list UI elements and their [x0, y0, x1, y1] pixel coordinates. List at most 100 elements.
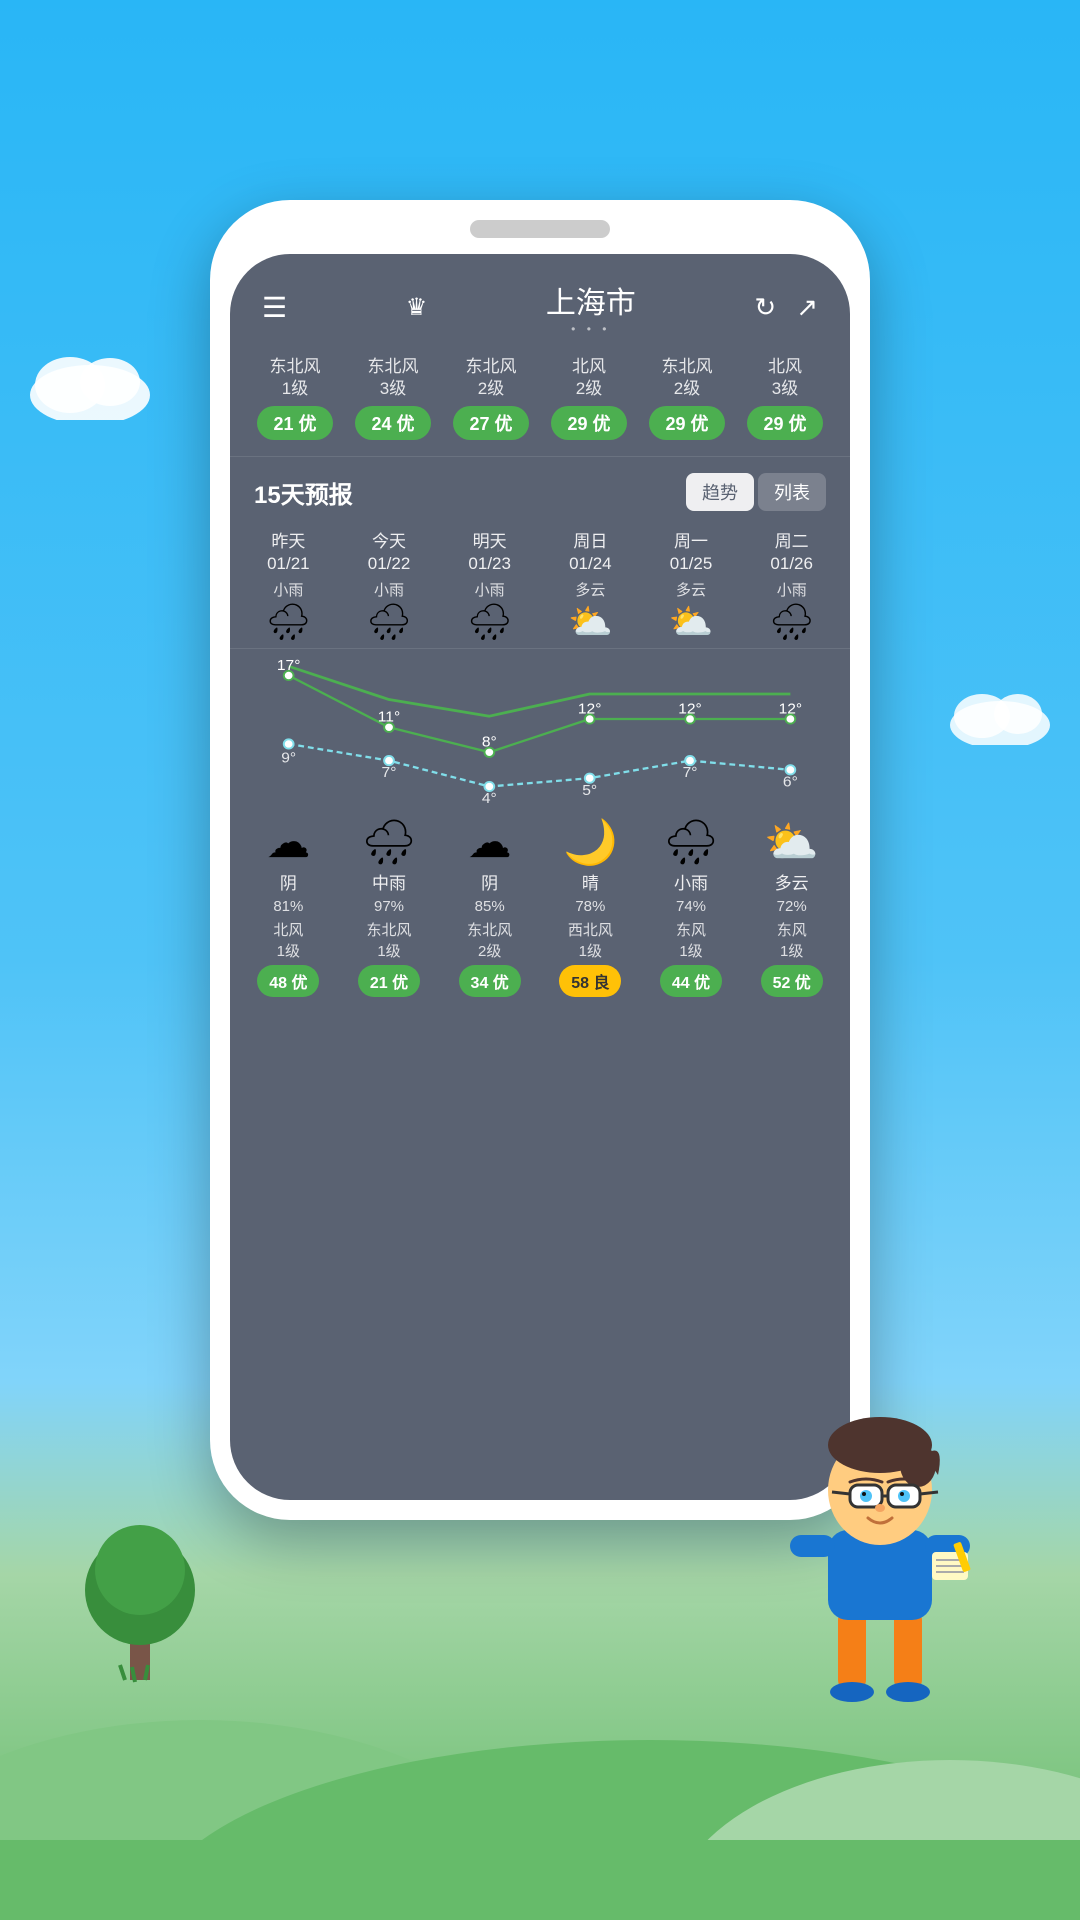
air-quality-row: 东北风1级 21 优 东北风3级 24 优 东北风2级 27 优 北风2级 29… — [230, 348, 850, 457]
forecast-section: 15天预报 趋势 列表 昨天01/21 小雨 🌧 今天01/22 小雨 🌧 — [230, 457, 850, 1500]
weather-icon-0: 🌧 — [265, 604, 311, 640]
menu-icon[interactable]: ☰ — [262, 291, 287, 324]
tab-trend[interactable]: 趋势 — [686, 473, 754, 511]
bottom-col-3: 🌙 晴 78% 西北风1级 58 良 — [540, 817, 641, 1001]
phone-screen: ☰ ♛ 上海市 • • • ↻ ↗ 东北风1级 21 优 东北风3级 24 优 … — [230, 254, 850, 1500]
aq-wind-3: 北风2级 — [572, 356, 606, 400]
day-col-5: 周二01/26 小雨 🌧 — [741, 523, 842, 648]
svg-text:8°: 8° — [482, 734, 497, 751]
bottom-icon-0: ☁ — [266, 821, 310, 865]
aq-badge-2: 27 优 — [453, 406, 528, 440]
bottom-badge-5: 52 优 — [761, 965, 823, 997]
forecast-header: 15天预报 趋势 列表 — [230, 457, 850, 523]
bottom-icon-3: 🌙 — [563, 821, 618, 865]
cloud-right-icon — [940, 680, 1070, 745]
day-col-2: 明天01/23 小雨 🌧 — [439, 523, 540, 648]
bottom-name-0: 阴 — [280, 869, 297, 894]
aq-badge-3: 29 优 — [551, 406, 626, 440]
bottom-name-2: 阴 — [481, 869, 498, 894]
svg-text:12°: 12° — [678, 701, 702, 718]
weather-icon-5: 🌧 — [769, 604, 815, 640]
aq-badge-4: 29 优 — [649, 406, 724, 440]
bottom-wind-0: 北风1级 — [273, 919, 303, 961]
bottom-col-5: ⛅ 多云 72% 东风1级 52 优 — [741, 817, 842, 1001]
bottom-wind-3: 西北风1级 — [568, 919, 613, 961]
aq-badge-0: 21 优 — [257, 406, 332, 440]
day-columns: 昨天01/21 小雨 🌧 今天01/22 小雨 🌧 明天01/23 小雨 🌧 周… — [230, 523, 850, 649]
bottom-badge-0: 48 优 — [257, 965, 319, 997]
bottom-wind-4: 东风1级 — [676, 919, 706, 961]
aq-wind-4: 东北风2级 — [662, 356, 713, 400]
bottom-col-1: 🌧 中雨 97% 东北风1级 21 优 — [339, 817, 440, 1001]
temp-chart: 17° 11° 8° 12° 12° 12° 9° 7° 4° 5° 7° 6° — [230, 649, 850, 809]
svg-text:6°: 6° — [783, 774, 798, 791]
day-weather-0: 小雨 — [273, 579, 303, 600]
city-label: 上海市 — [546, 278, 636, 322]
bottom-humidity-0: 81% — [273, 898, 303, 915]
bottom-humidity-2: 85% — [475, 898, 505, 915]
aq-item-4: 东北风2级 29 优 — [649, 356, 724, 440]
aq-badge-1: 24 优 — [355, 406, 430, 440]
forecast-tabs: 趋势 列表 — [686, 473, 826, 511]
refresh-icon[interactable]: ↻ — [754, 292, 776, 323]
bottom-name-3: 晴 — [582, 869, 599, 894]
aq-badge-5: 29 优 — [747, 406, 822, 440]
bottom-name-5: 多云 — [775, 869, 809, 894]
weather-icon-2: 🌧 — [467, 604, 513, 640]
share-icon[interactable]: ↗ — [796, 292, 818, 323]
day-label-1: 今天01/22 — [368, 531, 411, 575]
phone-mockup: ☰ ♛ 上海市 • • • ↻ ↗ 东北风1级 21 优 东北风3级 24 优 … — [210, 200, 870, 1520]
svg-text:7°: 7° — [683, 765, 698, 782]
aq-item-0: 东北风1级 21 优 — [257, 356, 332, 440]
day-weather-1: 小雨 — [374, 579, 404, 600]
bottom-col-4: 🌧 小雨 74% 东风1级 44 优 — [641, 817, 742, 1001]
aq-item-2: 东北风2级 27 优 — [453, 356, 528, 440]
bottom-wind-5: 东风1级 — [777, 919, 807, 961]
svg-text:5°: 5° — [582, 783, 597, 800]
bottom-columns: ☁ 阴 81% 北风1级 48 优 🌧 中雨 97% 东北风1级 21 优 ☁ … — [230, 809, 850, 1001]
bottom-humidity-5: 72% — [777, 898, 807, 915]
svg-text:4°: 4° — [482, 791, 497, 806]
aq-wind-0: 东北风1级 — [270, 356, 321, 400]
day-label-3: 周日01/24 — [569, 531, 612, 575]
bottom-wind-2: 东北风2级 — [467, 919, 512, 961]
bottom-badge-1: 21 优 — [358, 965, 420, 997]
character-figure — [760, 1380, 1000, 1720]
bottom-badge-3: 58 良 — [559, 965, 621, 997]
svg-text:12°: 12° — [779, 701, 803, 718]
bottom-icon-1: 🌧 — [361, 821, 417, 865]
crown-icon[interactable]: ♛ — [406, 293, 428, 322]
svg-text:9°: 9° — [281, 750, 296, 767]
svg-text:11°: 11° — [378, 709, 400, 726]
bottom-name-4: 小雨 — [674, 869, 708, 894]
bottom-badge-2: 34 优 — [459, 965, 521, 997]
day-weather-2: 小雨 — [475, 579, 505, 600]
bottom-icon-5: ⛅ — [764, 821, 819, 865]
bottom-badge-4: 44 优 — [660, 965, 722, 997]
weather-icon-4: ⛅ — [669, 604, 714, 640]
svg-text:7°: 7° — [382, 765, 397, 782]
day-weather-4: 多云 — [676, 579, 706, 600]
cloud-left-icon — [20, 340, 180, 420]
day-col-4: 周一01/25 多云 ⛅ — [641, 523, 742, 648]
bottom-col-0: ☁ 阴 81% 北风1级 48 优 — [238, 817, 339, 1001]
svg-text:17°: 17° — [277, 658, 301, 675]
tree-icon — [80, 1490, 200, 1690]
day-col-3: 周日01/24 多云 ⛅ — [540, 523, 641, 648]
bottom-wind-1: 东北风1级 — [367, 919, 412, 961]
day-label-2: 明天01/23 — [468, 531, 511, 575]
forecast-title: 15天预报 — [254, 475, 353, 510]
tab-list[interactable]: 列表 — [758, 473, 826, 511]
aq-wind-5: 北风3级 — [768, 356, 802, 400]
day-col-0: 昨天01/21 小雨 🌧 — [238, 523, 339, 648]
phone-notch — [470, 220, 610, 238]
aq-item-1: 东北风3级 24 优 — [355, 356, 430, 440]
bottom-humidity-1: 97% — [374, 898, 404, 915]
svg-text:12°: 12° — [578, 701, 602, 718]
day-col-1: 今天01/22 小雨 🌧 — [339, 523, 440, 648]
app-header: ☰ ♛ 上海市 • • • ↻ ↗ — [230, 254, 850, 348]
temp-chart-svg: 17° 11° 8° 12° 12° 12° 9° 7° 4° 5° 7° 6° — [238, 657, 842, 805]
bottom-col-2: ☁ 阴 85% 东北风2级 34 优 — [439, 817, 540, 1001]
page-dots: • • • — [546, 322, 636, 336]
aq-item-3: 北风2级 29 优 — [551, 356, 626, 440]
